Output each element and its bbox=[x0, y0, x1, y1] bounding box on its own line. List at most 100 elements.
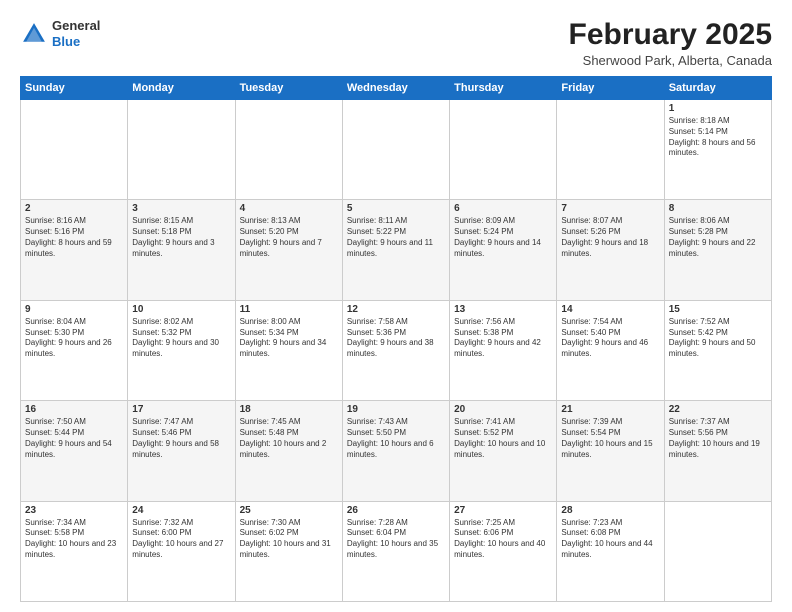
calendar-week-row: 23 Sunrise: 7:34 AM Sunset: 5:58 PM Dayli… bbox=[21, 501, 772, 601]
day-info: Sunrise: 7:45 AM Sunset: 5:48 PM Dayligh… bbox=[240, 417, 338, 460]
day-info: Sunrise: 7:41 AM Sunset: 5:52 PM Dayligh… bbox=[454, 417, 552, 460]
day-number: 24 bbox=[132, 505, 230, 516]
table-row bbox=[21, 100, 128, 200]
table-row: 7 Sunrise: 8:07 AM Sunset: 5:26 PM Daylig… bbox=[557, 200, 664, 300]
col-sunday: Sunday bbox=[21, 77, 128, 100]
day-number: 5 bbox=[347, 203, 445, 214]
table-row: 25Sunrise: 7:30 AM Sunset: 6:02 PM Dayli… bbox=[235, 501, 342, 601]
day-number: 1 bbox=[669, 103, 767, 114]
day-number: 4 bbox=[240, 203, 338, 214]
logo-icon bbox=[20, 20, 48, 48]
table-row: 1 Sunrise: 8:18 AM Sunset: 5:14 PM Daylig… bbox=[664, 100, 771, 200]
day-info: Sunrise: 8:06 AM Sunset: 5:28 PM Dayligh… bbox=[669, 216, 767, 259]
table-row: 20 Sunrise: 7:41 AM Sunset: 5:52 PM Dayli… bbox=[450, 401, 557, 501]
day-number: 11 bbox=[240, 304, 338, 315]
day-info: Sunrise: 8:02 AM Sunset: 5:32 PM Dayligh… bbox=[132, 317, 230, 360]
table-row: 5Sunrise: 8:11 AM Sunset: 5:22 PM Daylig… bbox=[342, 200, 449, 300]
page: General Blue February 2025 Sherwood Park… bbox=[0, 0, 792, 612]
table-row bbox=[664, 501, 771, 601]
table-row bbox=[342, 100, 449, 200]
day-number: 8 bbox=[669, 203, 767, 214]
calendar-week-row: 2 Sunrise: 8:16 AM Sunset: 5:16 PM Daylig… bbox=[21, 200, 772, 300]
calendar-table: Sunday Monday Tuesday Wednesday Thursday… bbox=[20, 76, 772, 602]
table-row: 19 Sunrise: 7:43 AM Sunset: 5:50 PM Dayli… bbox=[342, 401, 449, 501]
day-info: Sunrise: 7:47 AM Sunset: 5:46 PM Dayligh… bbox=[132, 417, 230, 460]
day-info: Sunrise: 8:00 AM Sunset: 5:34 PM Dayligh… bbox=[240, 317, 338, 360]
day-info: Sunrise: 7:43 AM Sunset: 5:50 PM Dayligh… bbox=[347, 417, 445, 460]
day-number: 15 bbox=[669, 304, 767, 315]
day-number: 22 bbox=[669, 404, 767, 415]
day-number: 14 bbox=[561, 304, 659, 315]
day-number: 6 bbox=[454, 203, 552, 214]
day-info: Sunrise: 7:39 AM Sunset: 5:54 PM Dayligh… bbox=[561, 417, 659, 460]
table-row: 26 Sunrise: 7:28 AM Sunset: 6:04 PM Dayli… bbox=[342, 501, 449, 601]
table-row: 18 Sunrise: 7:45 AM Sunset: 5:48 PM Dayli… bbox=[235, 401, 342, 501]
month-title: February 2025 bbox=[569, 18, 772, 51]
day-info: Sunrise: 7:56 AM Sunset: 5:38 PM Dayligh… bbox=[454, 317, 552, 360]
day-number: 16 bbox=[25, 404, 123, 415]
logo-text: General Blue bbox=[52, 18, 100, 49]
table-row: 13 Sunrise: 7:56 AM Sunset: 5:38 PM Dayli… bbox=[450, 300, 557, 400]
day-number: 23 bbox=[25, 505, 123, 516]
table-row: 12 Sunrise: 7:58 AM Sunset: 5:36 PM Dayli… bbox=[342, 300, 449, 400]
col-tuesday: Tuesday bbox=[235, 77, 342, 100]
day-number: 18 bbox=[240, 404, 338, 415]
day-info: Sunrise: 7:50 AM Sunset: 5:44 PM Dayligh… bbox=[25, 417, 123, 460]
table-row: 28Sunrise: 7:23 AM Sunset: 6:08 PM Dayli… bbox=[557, 501, 664, 601]
table-row: 9 Sunrise: 8:04 AM Sunset: 5:30 PM Daylig… bbox=[21, 300, 128, 400]
col-wednesday: Wednesday bbox=[342, 77, 449, 100]
day-info: Sunrise: 8:18 AM Sunset: 5:14 PM Dayligh… bbox=[669, 116, 767, 159]
table-row: 8 Sunrise: 8:06 AM Sunset: 5:28 PM Daylig… bbox=[664, 200, 771, 300]
calendar-week-row: 16 Sunrise: 7:50 AM Sunset: 5:44 PM Dayli… bbox=[21, 401, 772, 501]
table-row: 3Sunrise: 8:15 AM Sunset: 5:18 PM Daylig… bbox=[128, 200, 235, 300]
day-number: 19 bbox=[347, 404, 445, 415]
day-number: 10 bbox=[132, 304, 230, 315]
day-info: Sunrise: 8:07 AM Sunset: 5:26 PM Dayligh… bbox=[561, 216, 659, 259]
col-friday: Friday bbox=[557, 77, 664, 100]
day-info: Sunrise: 8:15 AM Sunset: 5:18 PM Dayligh… bbox=[132, 216, 230, 259]
table-row: 27 Sunrise: 7:25 AM Sunset: 6:06 PM Dayli… bbox=[450, 501, 557, 601]
day-number: 9 bbox=[25, 304, 123, 315]
day-info: Sunrise: 7:54 AM Sunset: 5:40 PM Dayligh… bbox=[561, 317, 659, 360]
day-info: Sunrise: 8:13 AM Sunset: 5:20 PM Dayligh… bbox=[240, 216, 338, 259]
header: General Blue February 2025 Sherwood Park… bbox=[20, 18, 772, 68]
table-row: 22 Sunrise: 7:37 AM Sunset: 5:56 PM Dayli… bbox=[664, 401, 771, 501]
table-row: 4 Sunrise: 8:13 AM Sunset: 5:20 PM Daylig… bbox=[235, 200, 342, 300]
day-number: 28 bbox=[561, 505, 659, 516]
day-info: Sunrise: 7:52 AM Sunset: 5:42 PM Dayligh… bbox=[669, 317, 767, 360]
logo: General Blue bbox=[20, 18, 100, 49]
table-row bbox=[557, 100, 664, 200]
day-info: Sunrise: 7:28 AM Sunset: 6:04 PM Dayligh… bbox=[347, 518, 445, 561]
table-row: 16 Sunrise: 7:50 AM Sunset: 5:44 PM Dayli… bbox=[21, 401, 128, 501]
day-number: 13 bbox=[454, 304, 552, 315]
day-info: Sunrise: 7:58 AM Sunset: 5:36 PM Dayligh… bbox=[347, 317, 445, 360]
day-info: Sunrise: 8:04 AM Sunset: 5:30 PM Dayligh… bbox=[25, 317, 123, 360]
calendar-week-row: 1 Sunrise: 8:18 AM Sunset: 5:14 PM Daylig… bbox=[21, 100, 772, 200]
calendar-header-row: Sunday Monday Tuesday Wednesday Thursday… bbox=[21, 77, 772, 100]
day-number: 7 bbox=[561, 203, 659, 214]
table-row: 21Sunrise: 7:39 AM Sunset: 5:54 PM Dayli… bbox=[557, 401, 664, 501]
logo-general: General bbox=[52, 18, 100, 33]
day-info: Sunrise: 7:32 AM Sunset: 6:00 PM Dayligh… bbox=[132, 518, 230, 561]
table-row bbox=[128, 100, 235, 200]
location-subtitle: Sherwood Park, Alberta, Canada bbox=[569, 53, 772, 68]
table-row: 10 Sunrise: 8:02 AM Sunset: 5:32 PM Dayli… bbox=[128, 300, 235, 400]
day-info: Sunrise: 7:25 AM Sunset: 6:06 PM Dayligh… bbox=[454, 518, 552, 561]
logo-blue: Blue bbox=[52, 34, 80, 49]
day-number: 25 bbox=[240, 505, 338, 516]
day-info: Sunrise: 8:09 AM Sunset: 5:24 PM Dayligh… bbox=[454, 216, 552, 259]
day-number: 27 bbox=[454, 505, 552, 516]
day-info: Sunrise: 7:37 AM Sunset: 5:56 PM Dayligh… bbox=[669, 417, 767, 460]
day-number: 2 bbox=[25, 203, 123, 214]
day-number: 20 bbox=[454, 404, 552, 415]
day-number: 26 bbox=[347, 505, 445, 516]
day-info: Sunrise: 8:16 AM Sunset: 5:16 PM Dayligh… bbox=[25, 216, 123, 259]
day-number: 12 bbox=[347, 304, 445, 315]
col-monday: Monday bbox=[128, 77, 235, 100]
table-row: 17 Sunrise: 7:47 AM Sunset: 5:46 PM Dayli… bbox=[128, 401, 235, 501]
table-row: 15 Sunrise: 7:52 AM Sunset: 5:42 PM Dayli… bbox=[664, 300, 771, 400]
day-info: Sunrise: 7:34 AM Sunset: 5:58 PM Dayligh… bbox=[25, 518, 123, 561]
day-number: 17 bbox=[132, 404, 230, 415]
calendar-week-row: 9 Sunrise: 8:04 AM Sunset: 5:30 PM Daylig… bbox=[21, 300, 772, 400]
table-row bbox=[450, 100, 557, 200]
